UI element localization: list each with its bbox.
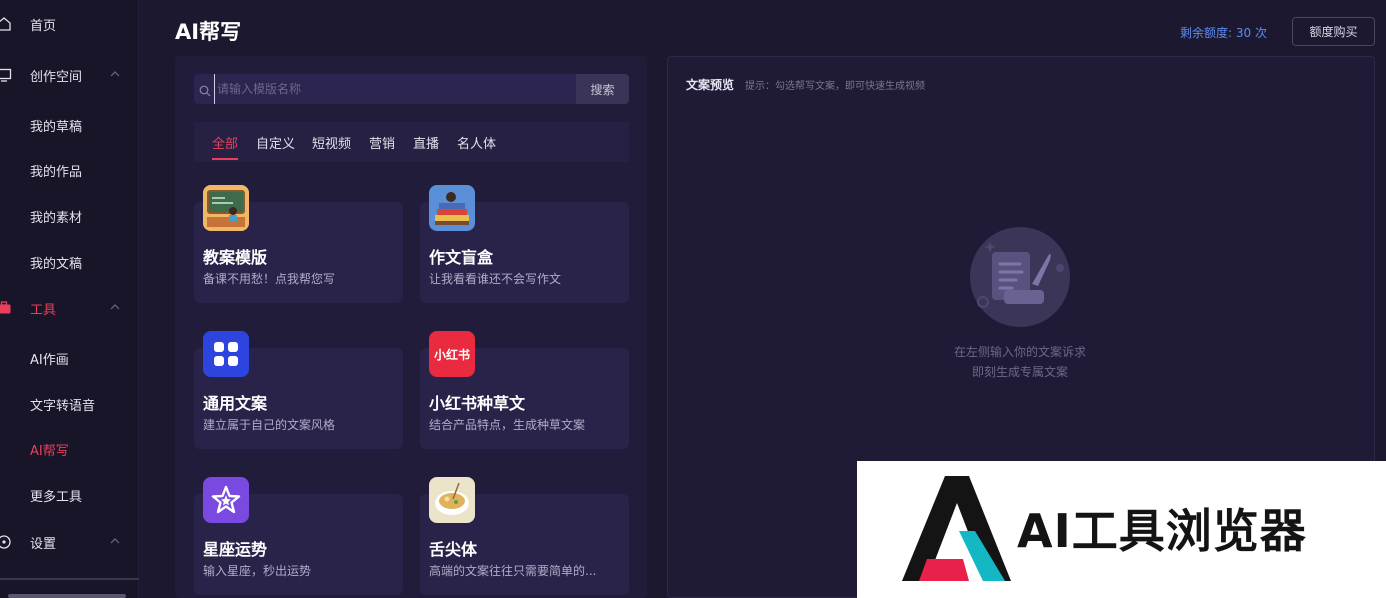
watermark: AI工具浏览器 bbox=[857, 461, 1386, 598]
tab-all[interactable]: 全部 bbox=[212, 133, 238, 152]
nav-ai-painting-label: AI作画 bbox=[30, 352, 69, 368]
nav-tools[interactable]: 工具 bbox=[0, 288, 139, 328]
nav-more-tools[interactable]: 更多工具 bbox=[0, 475, 139, 515]
preview-title: 文案预览 bbox=[686, 78, 735, 92]
empty-state-line-1: 在左侧输入你的文案诉求 bbox=[953, 345, 1086, 359]
nav-ai-writing-label: AI帮写 bbox=[30, 443, 69, 459]
watermark-text: AI工具浏览器 bbox=[1017, 504, 1307, 558]
document-quill-icon bbox=[960, 222, 1080, 332]
nav-more-tools-label: 更多工具 bbox=[30, 489, 83, 505]
nav-creation-space-label: 创作空间 bbox=[30, 69, 83, 85]
watermark-logo-icon bbox=[902, 476, 1011, 581]
star-icon bbox=[203, 477, 249, 523]
card-description: 建立属于自己的文案风格 bbox=[203, 418, 336, 432]
card-description: 让我看看谁还不会写作文 bbox=[429, 272, 562, 286]
card-title: 通用文案 bbox=[203, 394, 268, 413]
card-description: 备课不用愁！点我帮您写 bbox=[203, 272, 336, 286]
chevron-up-icon[interactable] bbox=[109, 301, 121, 317]
nav-settings-label: 设置 bbox=[30, 536, 57, 552]
monitor-icon bbox=[0, 65, 14, 85]
nav-ai-painting[interactable]: AI作画 bbox=[0, 338, 139, 378]
card-description: 结合产品特点，生成种草文案 bbox=[429, 418, 586, 432]
nav-my-drafts[interactable]: 我的草稿 bbox=[0, 105, 139, 145]
page-title: AI帮写 bbox=[175, 20, 242, 44]
grid-icon bbox=[203, 331, 249, 377]
card-title: 星座运势 bbox=[203, 540, 268, 559]
chevron-up-icon[interactable] bbox=[109, 68, 121, 84]
classroom-icon bbox=[203, 185, 249, 231]
search-button[interactable]: 搜索 bbox=[576, 74, 629, 104]
search-box bbox=[194, 74, 629, 104]
nav-text-to-speech-label: 文字转语音 bbox=[30, 398, 96, 414]
tab-live[interactable]: 直播 bbox=[413, 133, 439, 152]
sidebar-divider bbox=[0, 578, 139, 580]
preview-hint: 提示：勾选帮写文案，即可快速生成视频 bbox=[745, 81, 925, 92]
nav-tools-label: 工具 bbox=[30, 302, 57, 318]
nav-ai-writing[interactable]: AI帮写 bbox=[0, 429, 139, 469]
card-description: 高端的文案往往只需要简单的... bbox=[429, 564, 597, 578]
books-icon bbox=[429, 185, 475, 231]
toolbox-icon bbox=[0, 298, 14, 318]
nav-home[interactable]: 首页 bbox=[0, 4, 139, 44]
nav-settings[interactable]: 设置 bbox=[0, 522, 139, 562]
sidebar-scrollbar[interactable] bbox=[8, 594, 126, 598]
tab-celebrity[interactable]: 名人体 bbox=[457, 133, 496, 152]
sidebar: 首页 创作空间 我的草稿 我的作品 我的素材 我的文稿 工具 AI作画 文字转语… bbox=[0, 0, 139, 598]
quota-text: 剩余额度: 30 次 bbox=[1180, 26, 1267, 40]
xiaohongshu-icon: 小红书 bbox=[429, 331, 475, 377]
xiaohongshu-icon-text: 小红书 bbox=[433, 347, 470, 362]
home-icon bbox=[0, 14, 14, 34]
nav-my-materials[interactable]: 我的素材 bbox=[0, 196, 139, 236]
nav-text-to-speech[interactable]: 文字转语音 bbox=[0, 384, 139, 424]
nav-my-documents-label: 我的文稿 bbox=[30, 256, 83, 272]
buy-quota-button[interactable]: 额度购买 bbox=[1292, 17, 1375, 46]
nav-home-label: 首页 bbox=[30, 18, 57, 34]
card-title: 作文盲盒 bbox=[429, 248, 494, 267]
search-input[interactable] bbox=[214, 74, 574, 104]
tab-custom[interactable]: 自定义 bbox=[256, 133, 295, 152]
nav-creation-space[interactable]: 创作空间 bbox=[0, 55, 139, 95]
tab-short-video[interactable]: 短视频 bbox=[312, 133, 351, 152]
card-title: 舌尖体 bbox=[429, 540, 478, 559]
empty-state-line-2: 即刻生成专属文案 bbox=[971, 365, 1068, 379]
nav-my-works[interactable]: 我的作品 bbox=[0, 150, 139, 190]
settings-icon bbox=[0, 532, 14, 552]
nav-my-materials-label: 我的素材 bbox=[30, 210, 83, 226]
card-description: 输入星座，秒出运势 bbox=[203, 564, 312, 578]
card-title: 教案模版 bbox=[203, 248, 268, 267]
active-tab-indicator bbox=[212, 158, 238, 160]
chevron-up-icon[interactable] bbox=[109, 535, 121, 551]
card-title: 小红书种草文 bbox=[429, 394, 526, 413]
tab-marketing[interactable]: 营销 bbox=[369, 133, 395, 152]
nav-my-drafts-label: 我的草稿 bbox=[30, 119, 83, 135]
search-icon bbox=[199, 82, 211, 101]
nav-my-works-label: 我的作品 bbox=[30, 164, 83, 180]
nav-my-documents[interactable]: 我的文稿 bbox=[0, 242, 139, 282]
soup-bowl-icon bbox=[429, 477, 475, 523]
